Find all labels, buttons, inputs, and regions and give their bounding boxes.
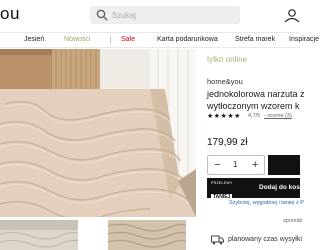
delivery-time-text: planowany czas wysyłki <box>228 236 302 243</box>
payment-logo-top: PRZELEWY <box>211 181 233 185</box>
bedspread-photo <box>0 49 196 217</box>
product-brand[interactable]: home&you <box>207 77 243 86</box>
product-thumbnail[interactable] <box>0 220 78 250</box>
review-count-link[interactable]: - ocenie (3) <box>264 113 292 119</box>
quantity-stepper: − 1 + <box>207 155 265 175</box>
nav-item-gift-card[interactable]: Karta podarunkowa <box>157 36 218 43</box>
quantity-increase-button[interactable]: + <box>252 159 258 171</box>
rating-value: 4,7/5 <box>248 113 261 119</box>
rating-stars: ★★★★★ <box>207 113 241 120</box>
payment-info-link[interactable]: Szybciej, wygodniej i taniej z P <box>229 200 304 206</box>
thumbnail-image <box>0 220 78 250</box>
main-navigation: Jesień Nowości Sale Karta podarunkowa St… <box>0 32 319 48</box>
search-input[interactable] <box>112 8 236 22</box>
thumbnail-image <box>108 220 186 250</box>
nav-item-new[interactable]: Nowości <box>64 36 90 43</box>
brand-logo[interactable]: ou <box>0 4 20 24</box>
add-to-cart-label: Dodaj do koszy <box>259 184 307 191</box>
wishlist-button[interactable] <box>268 155 300 175</box>
sold-by-label: sprzedż <box>283 218 303 224</box>
product-title: jednokolorowa narzuta z wytłoczonym wzor… <box>207 89 305 111</box>
nav-item-autumn[interactable]: Jesień <box>24 36 44 43</box>
product-price: 179,99 zł <box>207 137 248 148</box>
add-to-cart-button[interactable]: PRZELEWY TANIEJ Dodaj do koszy <box>207 178 307 201</box>
quantity-value[interactable]: 1 <box>233 160 237 169</box>
payment-provider-logo: PRZELEWY TANIEJ <box>211 181 245 201</box>
nav-item-inspiration[interactable]: Inspiracje <box>289 36 319 43</box>
nav-item-sale[interactable]: Sale <box>121 36 135 43</box>
product-main-image[interactable] <box>0 49 196 217</box>
availability-tag: tylko online <box>207 55 248 64</box>
nav-item-brand-zone[interactable]: Strefa marek <box>235 36 275 43</box>
product-thumbnail[interactable] <box>108 220 186 250</box>
quantity-decrease-button[interactable]: − <box>214 159 220 171</box>
search-icon[interactable] <box>96 9 108 21</box>
nav-divider <box>110 35 111 45</box>
search-bar[interactable] <box>90 6 240 24</box>
delivery-truck-icon <box>211 235 224 245</box>
account-icon[interactable] <box>282 8 302 22</box>
